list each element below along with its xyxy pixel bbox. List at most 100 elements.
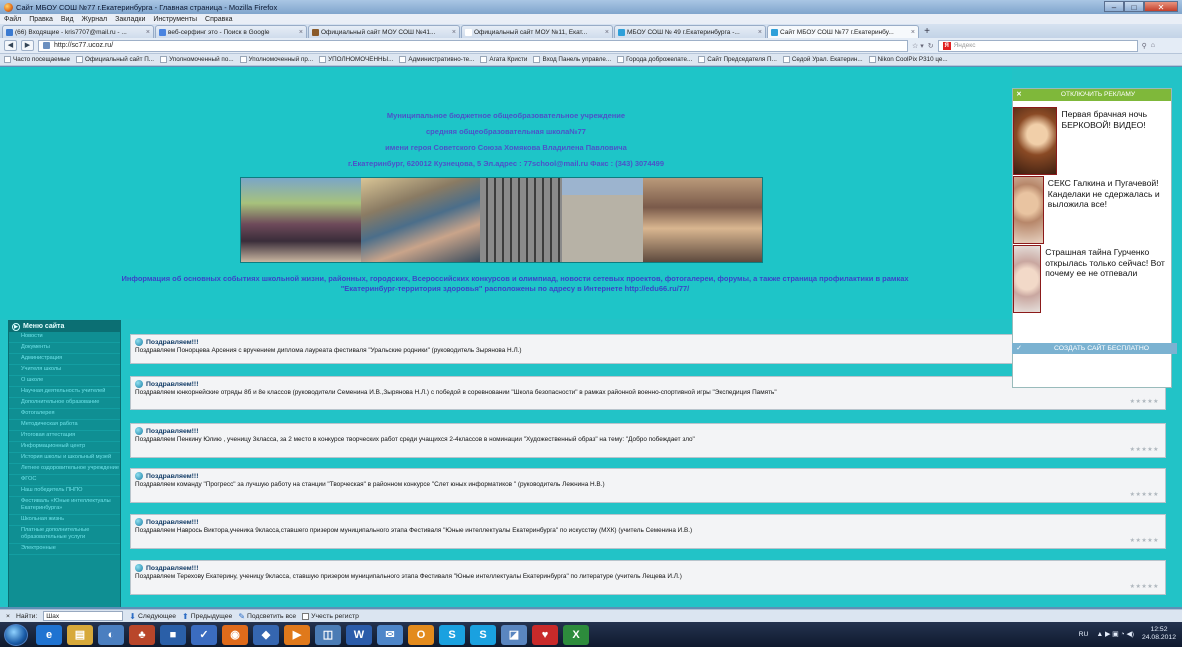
menu-item[interactable]: Летнее оздоровительное учреждение: [9, 464, 120, 475]
menu-edit[interactable]: Правка: [29, 16, 53, 23]
tab-mail[interactable]: (66) Входящие - kris7707@mail.ru - ... ×: [2, 25, 154, 38]
menu-item[interactable]: Итоговая аттестация: [9, 431, 120, 442]
menu-item[interactable]: Наш победитель ПНПО: [9, 486, 120, 497]
taskbar-app-icon[interactable]: X: [563, 624, 589, 645]
post-title[interactable]: Поздравляем!!!: [146, 519, 198, 526]
menu-item[interactable]: О школе: [9, 376, 120, 387]
bookmark-item[interactable]: Седой Урал. Екатерин...: [782, 56, 863, 63]
taskbar-app-icon[interactable]: ♣: [129, 624, 155, 645]
bookmark-item[interactable]: Nikon CoolPix P310 це...: [868, 56, 948, 63]
taskbar-app-icon[interactable]: W: [346, 624, 372, 645]
reload-icon[interactable]: ↻: [928, 42, 934, 50]
forward-button[interactable]: ▶: [21, 40, 34, 51]
tab-school41[interactable]: Официальный сайт МОУ СОШ №41... ×: [308, 25, 460, 38]
menu-item[interactable]: Администрация: [9, 354, 120, 365]
disable-ads-bar[interactable]: ✕ ОТКЛЮЧИТЬ РЕКЛАМУ: [1013, 89, 1171, 101]
find-next-button[interactable]: ⬇ Следующее: [129, 612, 176, 621]
post-title[interactable]: Поздравляем!!!: [146, 428, 198, 435]
menu-bookmarks[interactable]: Закладки: [115, 16, 145, 23]
taskbar-app-icon[interactable]: ■: [160, 624, 186, 645]
bookmark-item[interactable]: Города доброжелате...: [617, 56, 692, 63]
home-icon[interactable]: ⌂: [1151, 42, 1155, 49]
menu-help[interactable]: Справка: [205, 16, 232, 23]
tab-close-icon[interactable]: ×: [146, 29, 150, 36]
taskbar-app-icon[interactable]: ◪: [501, 624, 527, 645]
highlight-all-button[interactable]: ✎ Подсветить все: [238, 612, 296, 621]
menu-item[interactable]: Учителя школы: [9, 365, 120, 376]
tab-school49[interactable]: МБОУ СОШ № 49 г.Екатеринбурга -... ×: [614, 25, 766, 38]
ad-item[interactable]: Первая брачная ночь БЕРКОВОЙ! ВИДЕО!: [1013, 107, 1173, 175]
rating-stars[interactable]: ★★★★★: [1130, 491, 1159, 498]
bookmark-item[interactable]: Административно-те...: [399, 56, 474, 63]
back-button[interactable]: ◀: [4, 40, 17, 51]
bookmark-item[interactable]: Агата Кристи: [480, 56, 527, 63]
menu-item[interactable]: Платные дополнительные образовательные у…: [9, 526, 120, 544]
menu-item[interactable]: Электронные: [9, 544, 120, 555]
rating-stars[interactable]: ★★★★★: [1130, 446, 1159, 453]
search-input[interactable]: Я Яндекс: [937, 39, 1138, 52]
tab-close-icon[interactable]: ×: [452, 29, 456, 36]
menu-tools[interactable]: Инструменты: [153, 16, 197, 23]
bookmark-item[interactable]: УПОЛНОМОЧЕННЫ...: [319, 56, 393, 63]
tab-school77[interactable]: Сайт МБОУ СОШ №77 г.Екатеринбу... ×: [767, 25, 919, 38]
taskbar-app-icon[interactable]: ✓: [191, 624, 217, 645]
menu-history[interactable]: Журнал: [82, 16, 108, 23]
tray-icons[interactable]: ▲ ▶ ▣ ◔ ◀): [1096, 630, 1134, 638]
tab-close-icon[interactable]: ×: [758, 29, 762, 36]
post-title[interactable]: Поздравляем!!!: [146, 473, 198, 480]
taskbar-app-icon[interactable]: ♥: [532, 624, 558, 645]
menu-item[interactable]: Фестиваль «Юные интеллектуалы Екатеринбу…: [9, 497, 120, 515]
bookmark-item[interactable]: Уполномоченный по...: [160, 56, 234, 63]
menu-item[interactable]: Информационный центр: [9, 442, 120, 453]
tab-school11[interactable]: Официальный сайт МОУ №11, Екат... ×: [461, 25, 613, 38]
ad-item[interactable]: Страшная тайна Гурченко открылась только…: [1013, 245, 1173, 313]
taskbar-app-icon[interactable]: S: [470, 624, 496, 645]
post-title[interactable]: Поздравляем!!!: [146, 339, 198, 346]
bookmark-star-icon[interactable]: ☆ ▾: [912, 42, 924, 50]
taskbar-app-icon[interactable]: ◆: [253, 624, 279, 645]
language-indicator[interactable]: RU: [1079, 631, 1089, 638]
bookmark-item[interactable]: Официальный сайт П...: [76, 56, 154, 63]
search-icon[interactable]: ⚲: [1142, 42, 1147, 50]
start-button[interactable]: [4, 623, 28, 646]
find-input[interactable]: Шах: [43, 611, 124, 621]
tab-close-icon[interactable]: ×: [299, 29, 303, 36]
bookmark-item[interactable]: Часто посещаемые: [4, 56, 70, 63]
find-prev-button[interactable]: ⬆ Предыдущее: [182, 612, 232, 621]
menu-file[interactable]: Файл: [4, 16, 21, 23]
taskbar-app-icon[interactable]: ✉: [377, 624, 403, 645]
menu-view[interactable]: Вид: [61, 16, 74, 23]
menu-item[interactable]: Методическая работа: [9, 420, 120, 431]
menu-item[interactable]: Документы: [9, 343, 120, 354]
tab-google[interactable]: веб-серфинг это - Поиск в Google ×: [155, 25, 307, 38]
taskbar-app-icon[interactable]: S: [439, 624, 465, 645]
post-title[interactable]: Поздравляем!!!: [146, 565, 198, 572]
taskbar-app-icon[interactable]: ▤: [67, 624, 93, 645]
taskbar-app-icon[interactable]: ◫: [315, 624, 341, 645]
taskbar-app-icon[interactable]: ▶: [284, 624, 310, 645]
bookmark-item[interactable]: Сайт Председателя П...: [698, 56, 777, 63]
rating-stars[interactable]: ★★★★★: [1130, 398, 1159, 405]
taskbar-app-icon[interactable]: O: [408, 624, 434, 645]
minimize-button[interactable]: –: [1104, 1, 1124, 12]
ad-item[interactable]: СЕКС Галкина и Пугачевой! Канделаки не с…: [1013, 176, 1173, 244]
find-close-icon[interactable]: ×: [6, 613, 10, 620]
tab-close-icon[interactable]: ×: [605, 29, 609, 36]
menu-item[interactable]: Школьная жизнь: [9, 515, 120, 526]
menu-item[interactable]: ФГОС: [9, 475, 120, 486]
address-bar[interactable]: http://sc77.ucoz.ru/: [38, 39, 908, 52]
close-button[interactable]: ✕: [1144, 1, 1178, 12]
bookmark-item[interactable]: Уполномоченный пр...: [239, 56, 313, 63]
maximize-button[interactable]: □: [1124, 1, 1144, 12]
info-line-2[interactable]: "Екатеринбург-территория здоровья" распо…: [0, 284, 1030, 294]
taskbar-app-icon[interactable]: ◐: [98, 624, 124, 645]
close-ad-icon[interactable]: ✕: [1013, 89, 1025, 101]
menu-item[interactable]: Фотогалерея: [9, 409, 120, 420]
create-site-button[interactable]: ✓ СОЗДАТЬ САЙТ БЕСПЛАТНО: [1012, 343, 1177, 354]
rating-stars[interactable]: ★★★★★: [1130, 537, 1159, 544]
menu-item[interactable]: Дополнительное образование: [9, 398, 120, 409]
match-case-checkbox[interactable]: Учесть регистр: [302, 612, 359, 620]
menu-item[interactable]: История школы и школьный музей: [9, 453, 120, 464]
taskbar-app-icon[interactable]: ◉: [222, 624, 248, 645]
bookmark-item[interactable]: Вход Панель управле...: [533, 56, 611, 63]
